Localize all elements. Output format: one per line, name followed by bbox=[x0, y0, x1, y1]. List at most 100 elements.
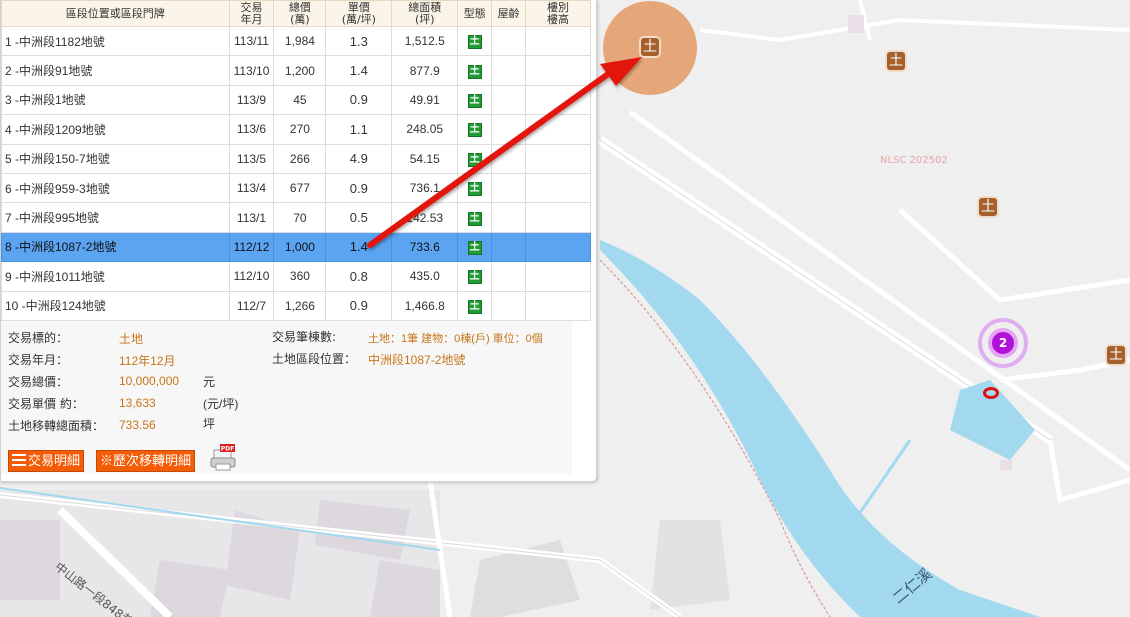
row-type: 土 bbox=[457, 114, 493, 145]
label-section: 土地區段位置： bbox=[272, 352, 357, 366]
table-row[interactable]: 8 -中洲段1087-2地號 112/12 1,000 1.4 733.6 土 bbox=[1, 231, 591, 263]
row-age bbox=[491, 114, 527, 145]
location-pin[interactable] bbox=[983, 387, 999, 399]
col-total[interactable]: 總價 (萬) bbox=[273, 0, 327, 27]
row-type: 土 bbox=[457, 172, 493, 204]
row-area: 1,466.8 bbox=[391, 290, 459, 321]
table-row[interactable]: 10 -中洲段124地號 112/7 1,266 0.9 1,466.8 土 bbox=[1, 290, 591, 321]
col-floor[interactable]: 樓別 樓高 bbox=[525, 0, 591, 27]
row-type: 土 bbox=[457, 143, 493, 174]
label-total: 交易總價： bbox=[8, 375, 69, 389]
table-row[interactable]: 1 -中洲段1182地號 113/11 1,984 1.3 1,512.5 土 bbox=[1, 25, 591, 57]
row-floor bbox=[525, 231, 591, 263]
land-type-icon: 土 bbox=[467, 64, 482, 79]
row-age bbox=[491, 55, 527, 86]
col-location[interactable]: 區段位置或區段門牌 bbox=[1, 0, 230, 27]
row-floor bbox=[525, 290, 591, 321]
row-age bbox=[491, 84, 527, 116]
land-type-icon: 土 bbox=[467, 35, 482, 50]
row-location: 8 -中洲段1087-2地號 bbox=[1, 231, 230, 263]
land-marker[interactable]: 土 bbox=[1105, 344, 1127, 366]
row-total: 1,266 bbox=[273, 290, 327, 321]
row-date: 113/5 bbox=[228, 143, 275, 174]
label-count: 交易筆棟數: bbox=[272, 330, 337, 344]
land-marker[interactable]: 土 bbox=[885, 50, 907, 72]
row-type: 土 bbox=[457, 290, 493, 321]
transaction-detail: 交易標的： 土地 交易年月： 112年12月 交易總價： 10,000,000 … bbox=[1, 320, 572, 474]
unit-area: 坪 bbox=[203, 417, 216, 431]
row-total: 1,200 bbox=[273, 55, 327, 86]
land-marker[interactable]: 土 bbox=[977, 196, 999, 218]
row-date: 112/10 bbox=[228, 261, 275, 292]
value-unit-price: 13,633 bbox=[119, 396, 156, 410]
pdf-print-button[interactable]: PDF bbox=[209, 444, 237, 472]
row-unit-price: 1.1 bbox=[325, 114, 393, 145]
map-watermark: NLSC 202502 bbox=[880, 155, 948, 166]
row-date: 113/4 bbox=[228, 172, 275, 204]
land-type-icon: 土 bbox=[467, 123, 482, 138]
row-unit-price: 4.9 bbox=[325, 143, 393, 174]
row-location: 7 -中洲段995地號 bbox=[1, 202, 230, 233]
tx-detail-button[interactable]: 交易明細 bbox=[8, 450, 85, 472]
value-target: 土地 bbox=[119, 332, 144, 346]
row-age bbox=[491, 25, 527, 57]
transaction-table: 區段位置或區段門牌 交易 年月 總價 (萬) 單價 (萬/坪) 總面積 (坪) 型態 屋… bbox=[1, 0, 591, 321]
row-unit-price: 1.4 bbox=[325, 55, 393, 86]
row-date: 113/1 bbox=[228, 202, 275, 233]
row-total: 70 bbox=[273, 202, 327, 233]
land-type-icon: 土 bbox=[467, 93, 482, 108]
row-unit-price: 0.8 bbox=[325, 261, 393, 292]
col-age[interactable]: 屋齡 bbox=[491, 0, 527, 27]
table-row[interactable]: 6 -中洲段959-3地號 113/4 677 0.9 736.1 土 bbox=[1, 172, 591, 204]
row-floor bbox=[525, 143, 591, 174]
row-area: 736.1 bbox=[391, 172, 459, 204]
row-floor bbox=[525, 55, 591, 86]
value-area: 733.56 bbox=[119, 418, 156, 432]
table-row[interactable]: 9 -中洲段1011地號 112/10 360 0.8 435.0 土 bbox=[1, 261, 591, 292]
label-date: 交易年月： bbox=[8, 353, 69, 367]
row-location: 4 -中洲段1209地號 bbox=[1, 114, 230, 145]
row-type: 土 bbox=[457, 84, 493, 116]
row-date: 113/11 bbox=[228, 25, 275, 57]
row-location: 1 -中洲段1182地號 bbox=[1, 25, 230, 57]
col-type[interactable]: 型態 bbox=[457, 0, 493, 27]
row-total: 45 bbox=[273, 84, 327, 116]
history-detail-button[interactable]: ※歷次移轉明細 bbox=[96, 450, 196, 472]
table-row[interactable]: 2 -中洲段91地號 113/10 1,200 1.4 877.9 土 bbox=[1, 55, 591, 86]
table-row[interactable]: 5 -中洲段150-7地號 113/5 266 4.9 54.15 土 bbox=[1, 143, 591, 174]
value-date: 112年12月 bbox=[119, 354, 176, 368]
col-date[interactable]: 交易 年月 bbox=[228, 0, 275, 27]
table-header: 區段位置或區段門牌 交易 年月 總價 (萬) 單價 (萬/坪) 總面積 (坪) 型態 屋… bbox=[1, 0, 591, 27]
cluster-marker[interactable]: 2 bbox=[988, 328, 1018, 358]
label-area: 土地移轉總面積： bbox=[8, 419, 105, 433]
value-count: 土地：1筆 建物：0棟(戶) 車位：0個 bbox=[368, 333, 543, 345]
row-area: 54.15 bbox=[391, 143, 459, 174]
land-marker-selected[interactable]: 土 bbox=[639, 36, 661, 58]
row-type: 土 bbox=[457, 231, 493, 263]
row-location: 10 -中洲段124地號 bbox=[1, 290, 230, 321]
row-type: 土 bbox=[457, 202, 493, 233]
col-unit[interactable]: 單價 (萬/坪) bbox=[325, 0, 393, 27]
row-area: 142.53 bbox=[391, 202, 459, 233]
list-icon bbox=[12, 454, 26, 466]
col-area[interactable]: 總面積 (坪) bbox=[391, 0, 459, 27]
row-area: 49.91 bbox=[391, 84, 459, 116]
row-age bbox=[491, 290, 527, 321]
row-unit-price: 0.5 bbox=[325, 202, 393, 233]
svg-text:PDF: PDF bbox=[221, 446, 234, 453]
table-row[interactable]: 4 -中洲段1209地號 113/6 270 1.1 248.05 土 bbox=[1, 114, 591, 145]
row-unit-price: 1.3 bbox=[325, 25, 393, 57]
row-location: 5 -中洲段150-7地號 bbox=[1, 143, 230, 174]
row-date: 113/6 bbox=[228, 114, 275, 145]
land-type-icon: 土 bbox=[467, 270, 482, 285]
table-row[interactable]: 7 -中洲段995地號 113/1 70 0.5 142.53 土 bbox=[1, 202, 591, 233]
unit-total: 元 bbox=[203, 375, 216, 389]
label-unit-price: 交易單價 約： bbox=[8, 397, 84, 411]
row-type: 土 bbox=[457, 25, 493, 57]
table-row[interactable]: 3 -中洲段1地號 113/9 45 0.9 49.91 土 bbox=[1, 84, 591, 116]
unit-unit-price: (元/坪) bbox=[203, 397, 239, 411]
row-unit-price: 0.9 bbox=[325, 290, 393, 321]
land-type-icon: 土 bbox=[467, 240, 482, 255]
row-date: 113/9 bbox=[228, 84, 275, 116]
row-total: 677 bbox=[273, 172, 327, 204]
